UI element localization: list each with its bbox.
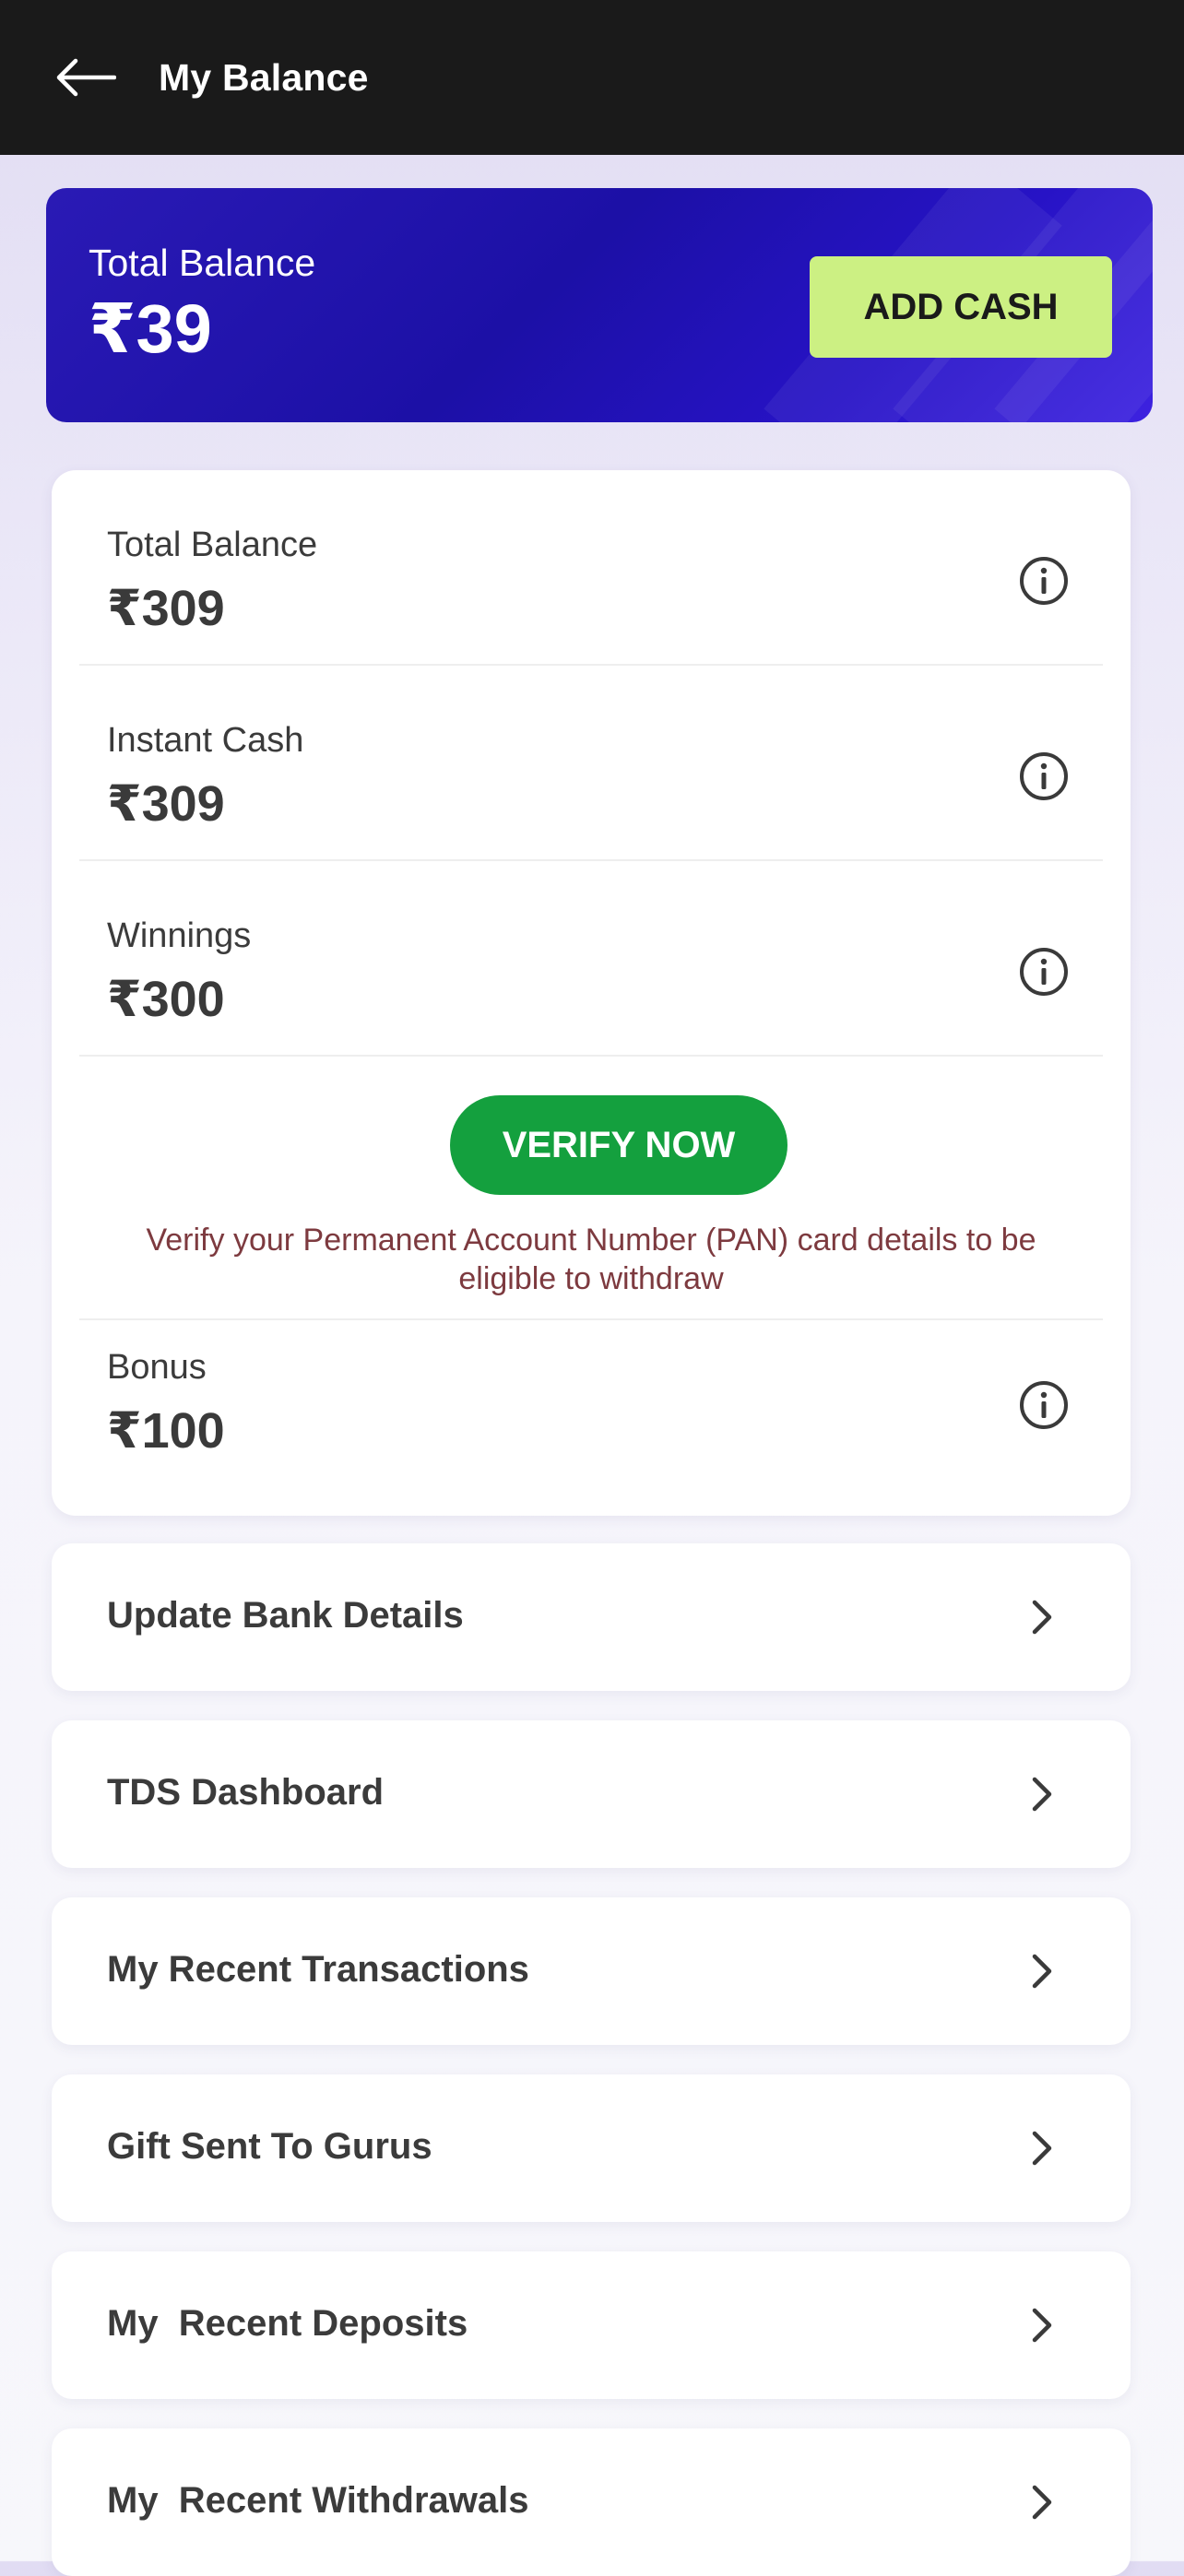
chevron-right-icon [1032, 2308, 1052, 2343]
arrow-left-icon [56, 58, 116, 97]
menu-item-label: My Recent Deposits [107, 2303, 468, 2344]
menu-item-label: TDS Dashboard [107, 1772, 385, 1813]
verify-now-button[interactable]: VERIFY NOW [450, 1095, 787, 1195]
recent-withdrawals-item[interactable]: My Recent Withdrawals [52, 2428, 1131, 2576]
chevron-right-icon [1032, 1600, 1052, 1635]
balance-value: ₹300 [107, 972, 225, 1027]
pan-verification-note: Verify your Permanent Account Number (PA… [146, 1223, 1036, 1296]
balance-value: ₹309 [107, 776, 225, 832]
balance-value: ₹100 [107, 1403, 225, 1459]
recent-transactions-item[interactable]: My Recent Transactions [52, 1897, 1131, 2045]
balance-label: Instant Cash [107, 721, 304, 760]
back-button[interactable] [52, 44, 118, 111]
menu-item-label: Update Bank Details [107, 1595, 464, 1636]
balance-value: ₹309 [107, 581, 225, 636]
chevron-right-icon [1032, 2485, 1052, 2520]
total-balance-banner: Total Balance ₹39 ADD CASH [46, 188, 1153, 422]
info-icon[interactable] [1018, 750, 1070, 802]
menu-item-label: My Recent Transactions [107, 1949, 529, 1990]
chevron-right-icon [1032, 1777, 1052, 1812]
menu-item-label: My Recent Withdrawals [107, 2480, 529, 2521]
balance-row-bonus: Bonus ₹100 [79, 1320, 1103, 1516]
app-bar: My Balance [0, 0, 1184, 155]
chevron-right-icon [1032, 2131, 1052, 2166]
recent-deposits-item[interactable]: My Recent Deposits [52, 2251, 1131, 2399]
info-icon[interactable] [1018, 1379, 1070, 1431]
tds-dashboard-item[interactable]: TDS Dashboard [52, 1720, 1131, 1868]
gift-sent-to-gurus-item[interactable]: Gift Sent To Gurus [52, 2074, 1131, 2222]
banner-balance-label: Total Balance [89, 242, 316, 284]
balance-label: Winnings [107, 916, 252, 955]
balance-row-total: Total Balance ₹309 [79, 470, 1103, 666]
banner-balance-amount: ₹39 [89, 290, 212, 367]
info-icon[interactable] [1018, 555, 1070, 607]
page-title: My Balance [159, 55, 369, 99]
balance-label: Bonus [107, 1348, 207, 1387]
info-icon[interactable] [1018, 946, 1070, 998]
balance-row-instant-cash: Instant Cash ₹309 [79, 666, 1103, 861]
pan-verification-section: VERIFY NOW Verify your Permanent Account… [79, 1057, 1103, 1320]
balance-row-winnings: Winnings ₹300 [79, 861, 1103, 1057]
menu-item-label: Gift Sent To Gurus [107, 2126, 432, 2167]
balance-label: Total Balance [107, 526, 318, 564]
add-cash-button[interactable]: ADD CASH [810, 256, 1112, 358]
update-bank-details-item[interactable]: Update Bank Details [52, 1543, 1131, 1691]
balance-breakdown-card: Total Balance ₹309 Instant Cash ₹309 Win… [52, 470, 1131, 1516]
chevron-right-icon [1032, 1954, 1052, 1989]
